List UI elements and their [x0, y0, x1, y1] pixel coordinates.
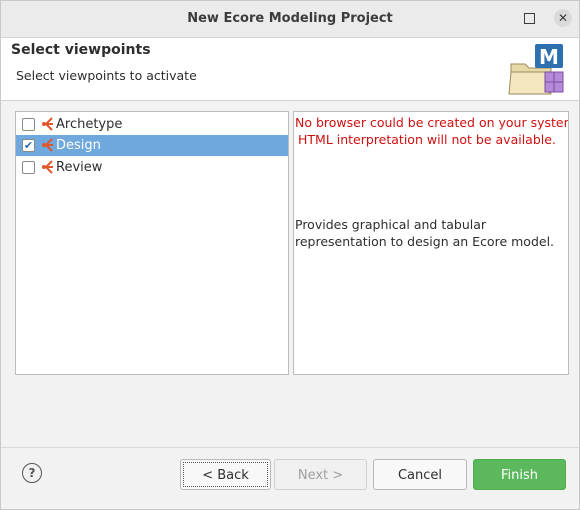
- description-panel: No browser could be created on your syst…: [293, 111, 569, 375]
- viewpoint-icon: [42, 138, 53, 152]
- modeling-project-icon: M: [508, 44, 564, 95]
- checkbox[interactable]: [22, 161, 35, 174]
- description-line: Provides graphical and tabular: [295, 217, 487, 232]
- svg-text:M: M: [539, 45, 559, 69]
- viewpoint-icon: [42, 117, 53, 131]
- viewpoint-item-archetype[interactable]: Archetype: [16, 114, 288, 135]
- viewpoint-item-design[interactable]: ✔ Design: [16, 135, 288, 156]
- maximize-icon[interactable]: [524, 13, 535, 24]
- viewpoint-label: Archetype: [56, 117, 123, 132]
- viewpoint-item-review[interactable]: Review: [16, 157, 288, 178]
- viewpoint-description: Provides graphical and tabular represent…: [295, 216, 554, 250]
- window-title: New Ecore Modeling Project: [187, 11, 393, 26]
- viewpoint-label: Review: [56, 160, 103, 175]
- page-subtitle: Select viewpoints to activate: [16, 68, 197, 83]
- cancel-button[interactable]: Cancel: [373, 459, 467, 490]
- back-button[interactable]: < Back: [180, 459, 271, 490]
- error-line: HTML interpretation will not be availabl…: [298, 132, 556, 147]
- page-title: Select viewpoints: [11, 42, 151, 58]
- wizard-header: Select viewpoints Select viewpoints to a…: [1, 38, 579, 101]
- help-icon[interactable]: ?: [22, 463, 42, 483]
- browser-error-message: No browser could be created on your syst…: [295, 114, 569, 148]
- title-bar: New Ecore Modeling Project ✕: [1, 1, 579, 38]
- description-line: representation to design an Ecore model.: [295, 234, 555, 249]
- viewpoint-label: Design: [56, 138, 101, 153]
- viewpoint-list[interactable]: Archetype ✔ Design Review: [15, 111, 289, 375]
- next-button: Next >: [274, 459, 367, 490]
- checkbox-checked[interactable]: ✔: [22, 139, 35, 152]
- checkbox[interactable]: [22, 118, 35, 131]
- error-line: No browser could be created on your syst…: [295, 115, 569, 130]
- footer-divider: [1, 447, 579, 448]
- viewpoint-icon: [42, 160, 53, 174]
- dialog-window: New Ecore Modeling Project ✕ Select view…: [0, 0, 580, 510]
- close-icon[interactable]: ✕: [554, 9, 572, 27]
- finish-button[interactable]: Finish: [473, 459, 566, 490]
